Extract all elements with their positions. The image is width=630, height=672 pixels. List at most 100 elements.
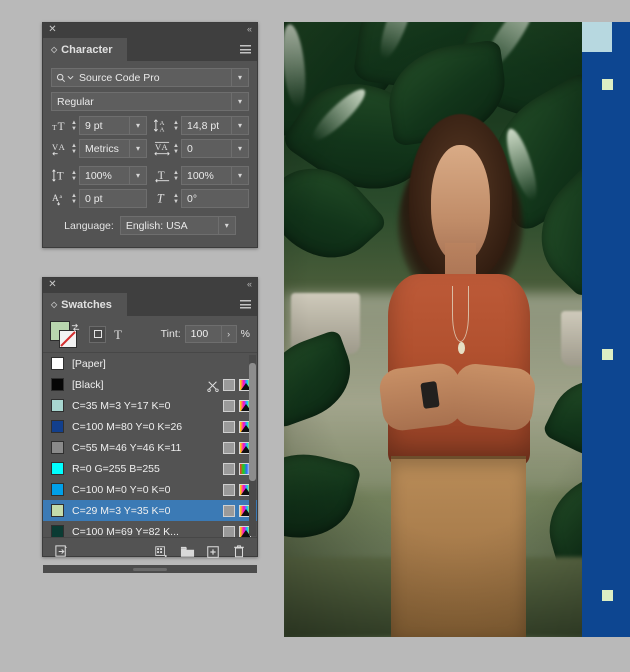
swatch-row[interactable]: C=35 M=3 Y=17 K=0 [43, 395, 257, 416]
baseline-shift-field[interactable]: 0 pt [79, 189, 147, 208]
vertical-scale-control[interactable]: T ▲ ▼ 100% ▾ [51, 166, 147, 185]
strip-swatch[interactable] [602, 590, 613, 601]
swatch-row[interactable]: C=29 M=3 Y=35 K=0 [43, 500, 257, 521]
skew-field[interactable]: 0° [181, 189, 249, 208]
skew-value: 0° [187, 192, 198, 205]
swatch-color-chip[interactable] [51, 420, 64, 433]
new-swatch-icon[interactable] [205, 544, 221, 560]
tracking-dropdown-icon[interactable]: ▾ [231, 140, 248, 157]
strip-swatch[interactable] [582, 22, 612, 52]
tab-swatches[interactable]: ◇ Swatches [43, 293, 127, 316]
formatting-affects-container-icon[interactable] [89, 325, 106, 343]
vertical-scale-field[interactable]: 100% ▾ [79, 166, 147, 185]
skew-stepper[interactable]: ▲ ▼ [171, 189, 181, 208]
skew-control[interactable]: T ▲ ▼ 0° [153, 189, 249, 208]
swatch-color-chip[interactable] [51, 462, 64, 475]
swatch-row[interactable]: C=100 M=0 Y=0 K=0 [43, 479, 257, 500]
swatch-color-chip[interactable] [51, 399, 64, 412]
swatch-color-chip[interactable] [51, 357, 64, 370]
collapse-panel-icon[interactable]: « [247, 280, 252, 289]
swatch-color-chip[interactable] [51, 525, 64, 537]
language-dropdown-icon[interactable]: ▾ [217, 217, 235, 234]
kerning-dropdown-icon[interactable]: ▾ [129, 140, 146, 157]
font-size-control[interactable]: T T ▲ ▼ 9 pt ▾ [51, 116, 147, 135]
delete-swatch-icon[interactable] [231, 544, 247, 560]
new-color-group-icon[interactable] [153, 544, 169, 560]
tint-input[interactable]: 100 › [184, 325, 237, 343]
leading-field[interactable]: 14,8 pt ▾ [181, 116, 249, 135]
swap-fill-stroke-icon[interactable] [71, 319, 80, 331]
swatches-footer [43, 537, 257, 565]
panel-resize-grip[interactable] [43, 565, 257, 573]
formatting-affects-text-icon[interactable]: T [114, 328, 122, 341]
swatch-name: C=35 M=3 Y=17 K=0 [72, 399, 171, 412]
kerning-control[interactable]: V A ▲ ▼ Metrics ▾ [51, 139, 147, 158]
font-style-value: Regular [57, 95, 94, 108]
font-style-field[interactable]: Regular ▾ [51, 92, 249, 111]
spot-color-icon [223, 483, 235, 496]
font-size-dropdown-icon[interactable]: ▾ [129, 117, 146, 134]
vertical-scale-stepper[interactable]: ▲ ▼ [69, 166, 79, 185]
horizontal-scale-dropdown-icon[interactable]: ▾ [231, 167, 248, 184]
tint-dropdown-icon[interactable]: › [220, 326, 236, 342]
strip-swatch[interactable] [602, 79, 613, 90]
character-panel-tabrow[interactable]: ◇ Character [43, 38, 257, 61]
swatches-panel-tabrow[interactable]: ◇ Swatches [43, 293, 257, 316]
vertical-scale-dropdown-icon[interactable]: ▾ [129, 167, 146, 184]
horizontal-scale-stepper[interactable]: ▲ ▼ [171, 166, 181, 185]
horizontal-scale-control[interactable]: T ▲ ▼ 100% ▾ [153, 166, 249, 185]
font-size-field[interactable]: 9 pt ▾ [79, 116, 147, 135]
artboard-photo[interactable] [284, 22, 630, 637]
swatch-row[interactable]: [Paper] [43, 353, 257, 374]
font-style-dropdown-icon[interactable]: ▾ [231, 93, 248, 110]
close-icon[interactable]: ✕ [48, 280, 57, 290]
tab-character[interactable]: ◇ Character [43, 38, 127, 61]
swatch-color-chip[interactable] [51, 483, 64, 496]
tracking-stepper[interactable]: ▲ ▼ [171, 139, 181, 158]
language-field[interactable]: English: USA ▾ [119, 216, 236, 235]
swatch-color-chip[interactable] [51, 504, 64, 517]
kerning-field[interactable]: Metrics ▾ [79, 139, 147, 158]
svg-text:A: A [52, 194, 59, 204]
leading-dropdown-icon[interactable]: ▾ [231, 117, 248, 134]
swatches-panel-topbar[interactable]: ✕ « [43, 278, 257, 293]
baseline-shift-stepper[interactable]: ▲ ▼ [69, 189, 79, 208]
leading-control[interactable]: A A ▲ ▼ 14,8 pt ▾ [153, 116, 249, 135]
show-swatch-group-icon[interactable] [53, 544, 69, 560]
font-size-stepper[interactable]: ▲ ▼ [69, 116, 79, 135]
swatch-name: C=100 M=69 Y=82 K... [72, 525, 179, 538]
swatch-row[interactable]: R=0 G=255 B=255 [43, 458, 257, 479]
font-family-dropdown-icon[interactable]: ▾ [231, 69, 248, 86]
tracking-control[interactable]: V A ▲ ▼ 0 ▾ [153, 139, 249, 158]
tracking-field[interactable]: 0 ▾ [181, 139, 249, 158]
panel-menu-icon[interactable] [240, 300, 251, 309]
close-icon[interactable]: ✕ [48, 25, 57, 35]
swatch-name: [Paper] [72, 357, 106, 370]
scrollbar-thumb[interactable] [249, 363, 256, 481]
swatch-row[interactable]: C=100 M=69 Y=82 K... [43, 521, 257, 537]
kerning-stepper[interactable]: ▲ ▼ [69, 139, 79, 158]
swatch-list[interactable]: [Paper] [Black] C=35 M=3 Y=17 K=0 C=100 M=8… [43, 352, 257, 537]
swatches-panel[interactable]: ✕ « ◇ Swatches T Tint: 100 › % [Paper] [… [42, 277, 258, 573]
collapse-panel-icon[interactable]: « [247, 25, 252, 34]
new-folder-icon[interactable] [179, 544, 195, 560]
panel-menu-icon[interactable] [240, 45, 251, 54]
swatch-row[interactable]: [Black] [43, 374, 257, 395]
swatch-color-chip[interactable] [51, 441, 64, 454]
font-family-field[interactable]: Source Code Pro ▾ [51, 68, 249, 87]
strip-swatch[interactable] [602, 349, 613, 360]
character-panel[interactable]: ✕ « ◇ Character Source Code Pro ▾ Regula… [42, 22, 258, 248]
leading-stepper[interactable]: ▲ ▼ [171, 116, 181, 135]
character-panel-topbar[interactable]: ✕ « [43, 23, 257, 38]
swatch-color-chip[interactable] [51, 378, 64, 391]
baseline-shift-control[interactable]: A a ▲ ▼ 0 pt [51, 189, 147, 208]
blue-overlay-strip[interactable] [582, 22, 630, 637]
vertical-scrollbar[interactable] [249, 355, 256, 536]
horizontal-scale-field[interactable]: 100% ▾ [181, 166, 249, 185]
swatch-row[interactable]: C=100 M=80 Y=0 K=26 [43, 416, 257, 437]
swatch-name: C=100 M=80 Y=0 K=26 [72, 420, 183, 433]
spot-color-icon [223, 441, 235, 454]
swatch-row[interactable]: C=55 M=46 Y=46 K=11 [43, 437, 257, 458]
tint-control[interactable]: Tint: 100 › % [161, 325, 250, 343]
fill-stroke-selector[interactable] [50, 319, 80, 348]
